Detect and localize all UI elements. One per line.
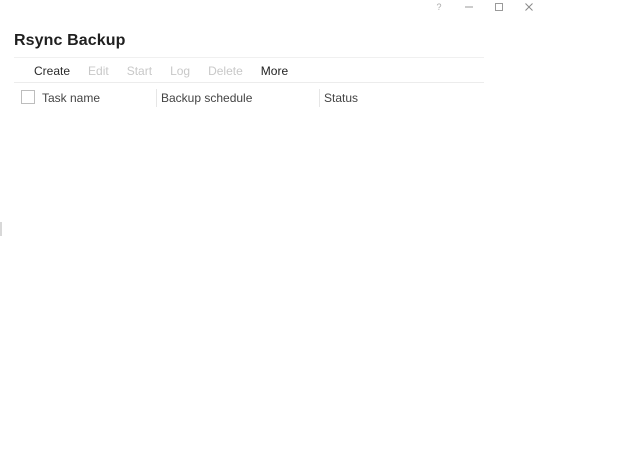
window-edge: [0, 222, 2, 236]
title-divider: [14, 57, 484, 58]
log-button[interactable]: Log: [161, 64, 199, 78]
window-controls: ?: [424, 0, 544, 14]
app-title: Rsync Backup: [14, 32, 126, 49]
minimize-button[interactable]: [454, 0, 484, 14]
column-header-backup-schedule[interactable]: Backup schedule: [161, 91, 252, 105]
edit-button[interactable]: Edit: [79, 64, 118, 78]
close-icon: [525, 3, 533, 11]
select-all-checkbox[interactable]: [21, 90, 35, 104]
help-icon: ?: [436, 2, 442, 12]
column-header-status[interactable]: Status: [324, 91, 358, 105]
column-resize-handle[interactable]: [156, 89, 157, 107]
minimize-icon: [465, 6, 473, 8]
help-button[interactable]: ?: [424, 0, 454, 14]
table-header: Task name Backup schedule Status: [14, 88, 484, 110]
column-header-task-name[interactable]: Task name: [42, 91, 100, 105]
delete-button[interactable]: Delete: [199, 64, 252, 78]
start-button[interactable]: Start: [118, 64, 161, 78]
toolbar: Create Edit Start Log Delete More: [25, 62, 297, 80]
close-button[interactable]: [514, 0, 544, 14]
task-list[interactable]: [14, 112, 534, 442]
maximize-icon: [495, 3, 503, 11]
maximize-button[interactable]: [484, 0, 514, 14]
table-top-divider: [14, 82, 484, 83]
create-button[interactable]: Create: [25, 64, 79, 78]
more-button[interactable]: More: [252, 64, 297, 78]
column-resize-handle[interactable]: [319, 89, 320, 107]
rsync-backup-window: ? Rsync Backup Create Edit Start Log Del…: [0, 0, 640, 453]
